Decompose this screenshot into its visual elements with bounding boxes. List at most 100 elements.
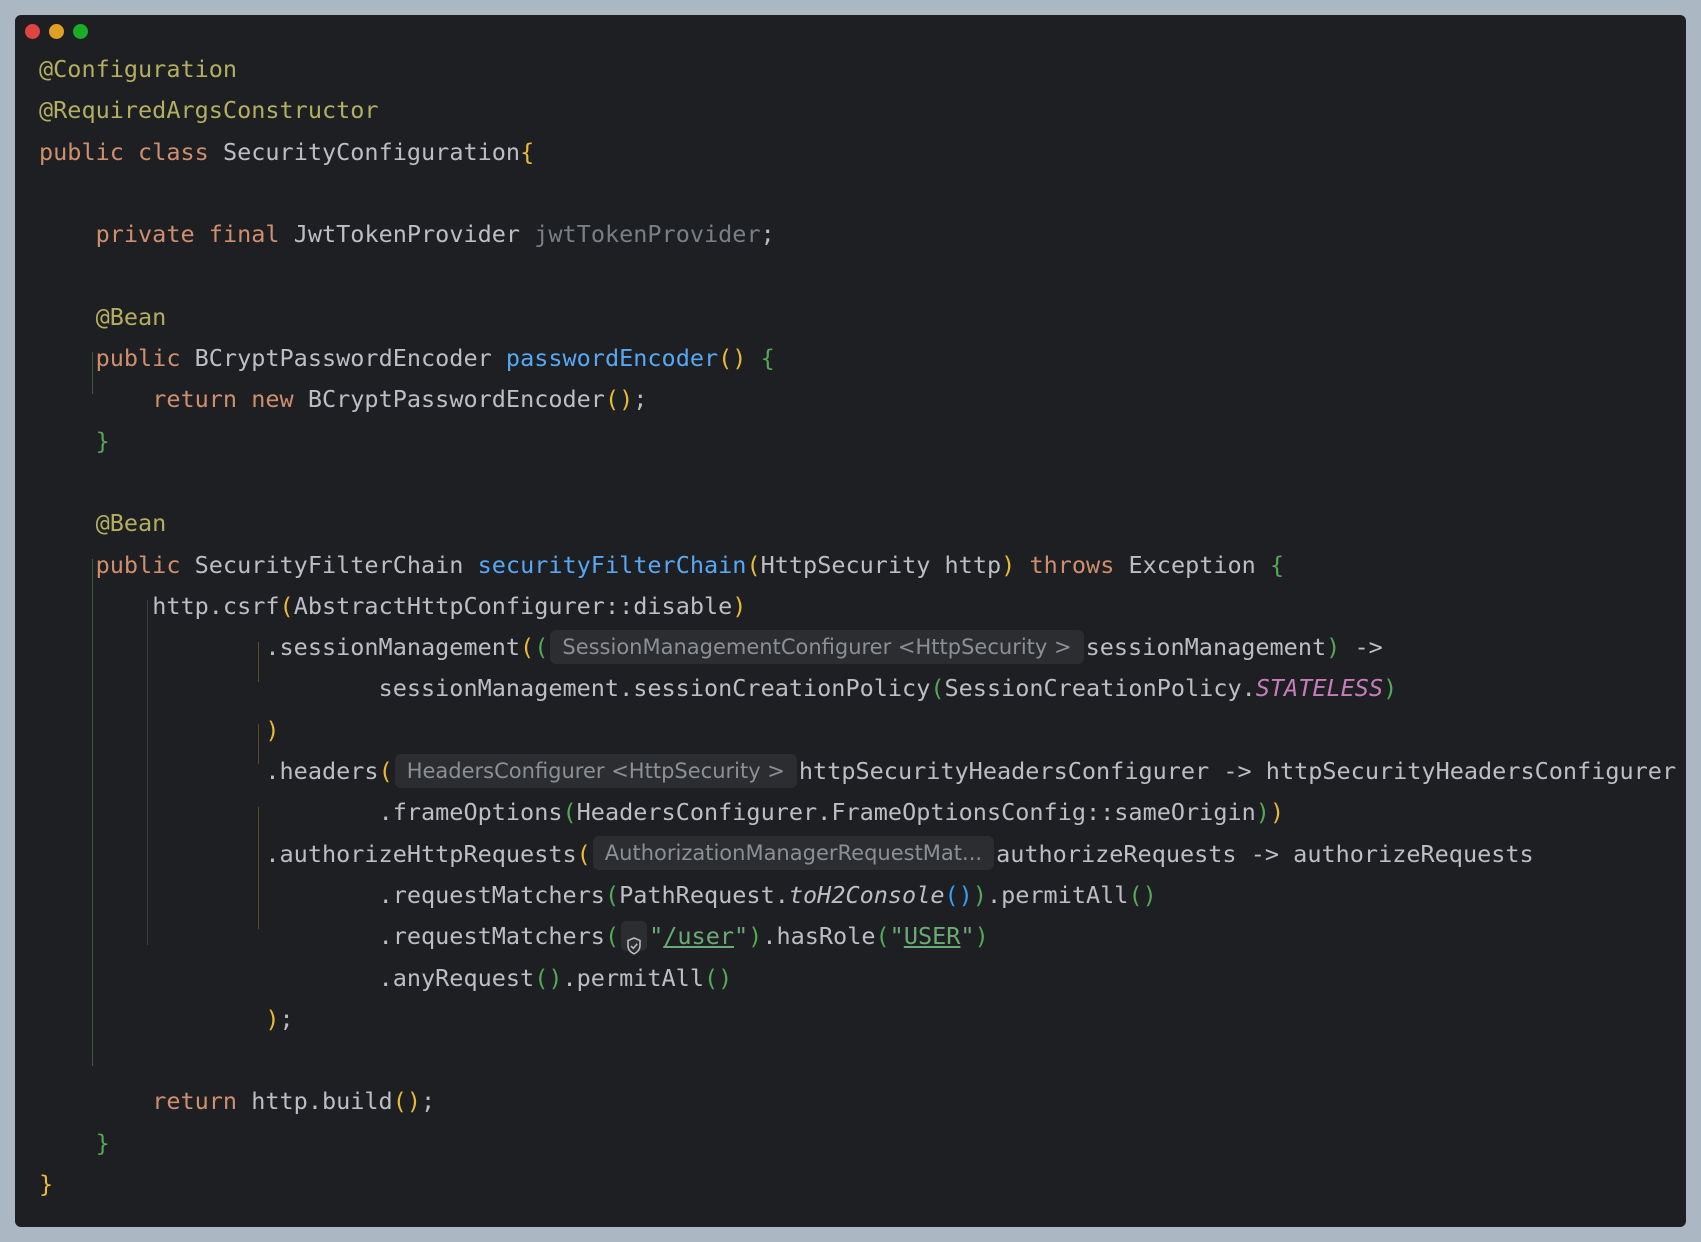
code-line-7: @Bean [39, 297, 1686, 338]
type-name: SecurityFilterChain [194, 550, 464, 579]
paren: ) [748, 922, 763, 951]
brace: } [95, 426, 110, 455]
code-line-1: @Configuration [39, 49, 1686, 90]
arrow: -> [1340, 633, 1383, 662]
brace: { [1270, 550, 1285, 579]
code-text: .requestMatchers [378, 922, 605, 951]
annotation: @RequiredArgsConstructor [39, 96, 379, 125]
code-text: .frameOptions [378, 798, 563, 827]
code-line-2: @RequiredArgsConstructor [39, 90, 1686, 131]
keyword: private [95, 220, 195, 249]
shield-check-icon[interactable] [621, 920, 648, 955]
code-line-20: .authorizeHttpRequests(AuthorizationMana… [39, 834, 1686, 875]
code-line-3: public class SecurityConfiguration{ [39, 132, 1686, 173]
semicolon: ; [633, 385, 648, 414]
code-text: .hasRole [762, 922, 876, 951]
paren: ) [974, 922, 989, 951]
parens: () [604, 385, 634, 414]
code-line-12: @Bean [39, 503, 1686, 544]
code-text: http.csrf [152, 591, 280, 620]
paren: ) [732, 591, 747, 620]
paren: ( [930, 674, 945, 703]
static-method: toH2Console [788, 880, 945, 909]
type-name: JwtTokenProvider [293, 220, 521, 249]
code-text: AbstractHttpConfigurer::disable [293, 591, 733, 620]
string-quote: " [649, 922, 664, 951]
inlay-type-hint[interactable]: AuthorizationManagerRequestMat... [592, 836, 995, 871]
code-line-21: .requestMatchers(PathRequest.toH2Console… [39, 875, 1686, 916]
paren: ( [604, 922, 620, 951]
paren: ( [279, 591, 294, 620]
code-text: .permitAll [562, 963, 704, 992]
parens: () [718, 344, 747, 373]
keyword: public [95, 550, 181, 579]
code-text: httpSecurityHeadersConfigurer -> httpSec… [798, 757, 1677, 786]
paren: ( [604, 880, 620, 909]
code-line-28: } [39, 1164, 1686, 1205]
keyword: public [39, 137, 124, 166]
type-name: BCryptPasswordEncoder [307, 385, 605, 414]
parameters: HttpSecurity http [760, 550, 1002, 579]
code-line-9: return new BCryptPasswordEncoder(); [39, 379, 1686, 420]
paren: ) [1001, 550, 1016, 579]
paren: ( [746, 550, 761, 579]
paren: ) [1326, 633, 1341, 662]
parens: () [534, 963, 563, 992]
string-quote: " [960, 922, 975, 951]
brace: } [95, 1128, 110, 1157]
code-line-5: private final JwtTokenProvider jwtTokenP… [39, 214, 1686, 255]
string-literal[interactable]: /user [663, 922, 734, 950]
keyword: final [208, 220, 280, 249]
inlay-type-hint[interactable]: HeadersConfigurer <HttpSecurity > [394, 753, 797, 788]
method-name: passwordEncoder [505, 344, 719, 373]
code-editor[interactable]: @Configuration @RequiredArgsConstructor … [39, 49, 1686, 1205]
string-quote: " [889, 922, 904, 951]
class-name: SecurityConfiguration [222, 137, 521, 166]
code-line-10: } [39, 421, 1686, 462]
paren: ) [265, 1004, 280, 1033]
paren: ) [972, 880, 987, 909]
annotation: @Bean [95, 302, 167, 331]
parens: () [703, 963, 733, 992]
type-name: BCryptPasswordEncoder [194, 344, 492, 373]
code-line-26: return http.build(); [39, 1081, 1686, 1122]
semicolon: ; [760, 220, 775, 249]
paren: ) [1269, 798, 1285, 827]
paren: ( [520, 633, 535, 662]
code-line-13: public SecurityFilterChain securityFilte… [39, 545, 1686, 586]
code-line-18: .headers(HeadersConfigurer <HttpSecurity… [39, 751, 1686, 792]
paren: ( [562, 798, 577, 827]
brace: { [520, 137, 535, 166]
minimize-window-button[interactable] [49, 24, 64, 39]
keyword: new [251, 385, 294, 414]
code-line-14: http.csrf(AbstractHttpConfigurer::disabl… [39, 586, 1686, 627]
code-text: .headers [265, 757, 379, 786]
code-text: PathRequest. [619, 880, 789, 909]
code-line-17: ) [39, 710, 1686, 751]
code-line-27: } [39, 1123, 1686, 1164]
code-text: SessionCreationPolicy. [944, 674, 1256, 703]
type-name: Exception [1128, 550, 1256, 579]
paren: ( [875, 922, 890, 951]
paren: ( [534, 633, 549, 662]
paren: ( [576, 839, 591, 868]
code-window: @Configuration @RequiredArgsConstructor … [15, 15, 1686, 1227]
inlay-type-hint[interactable]: SessionManagementConfigurer <HttpSecurit… [550, 629, 1084, 664]
brace: { [760, 344, 775, 373]
paren: ) [1383, 674, 1398, 703]
code-line-24: ); [39, 999, 1686, 1040]
string-literal[interactable]: USER [904, 922, 961, 950]
paren: ) [1255, 798, 1270, 827]
code-text: http.build [237, 1087, 393, 1116]
code-text: HeadersConfigurer.FrameOptionsConfig::sa… [576, 798, 1256, 827]
constant: STATELESS [1255, 674, 1384, 703]
annotation: @Configuration [39, 55, 238, 83]
semicolon: ; [279, 1004, 294, 1033]
code-text: .anyRequest [378, 963, 535, 992]
code-line-16: sessionManagement.sessionCreationPolicy(… [39, 668, 1686, 709]
field-name: jwtTokenProvider [534, 220, 761, 249]
maximize-window-button[interactable] [73, 24, 88, 39]
close-window-button[interactable] [25, 24, 40, 39]
